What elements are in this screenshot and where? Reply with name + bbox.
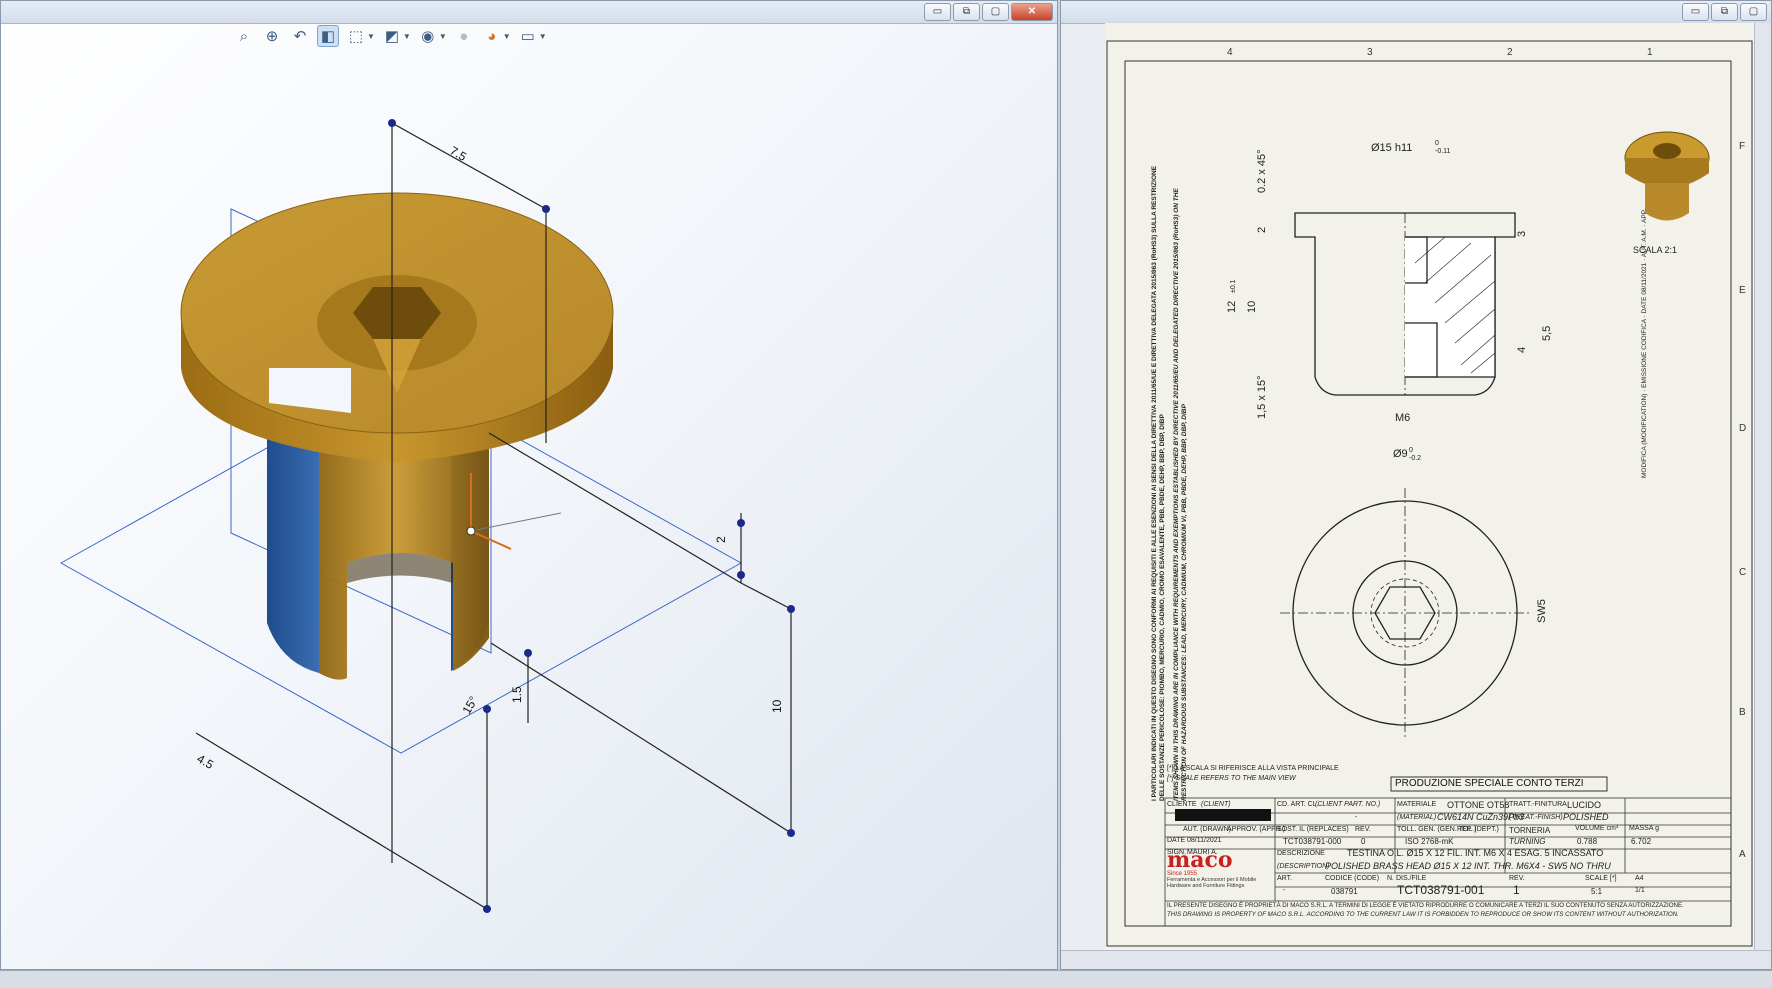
drawing-restore-button[interactable]: ⧉ bbox=[1711, 3, 1738, 21]
drawing-sheet[interactable]: 4 3 2 1 F E D C B A Ø15 h11 0 -0.11 0.2 … bbox=[1105, 23, 1754, 953]
svg-text:3: 3 bbox=[1367, 47, 1373, 58]
svg-text:4: 4 bbox=[1227, 47, 1233, 58]
section-dimension-labels: Ø15 h11 0 -0.11 0.2 x 45° 2 3 12 ±0.1 10… bbox=[1226, 140, 1553, 462]
svg-text:2: 2 bbox=[1507, 47, 1513, 58]
svg-text:D: D bbox=[1739, 423, 1746, 434]
section-view bbox=[1294, 212, 1516, 396]
compliance-note-en: ITEMS SHOWN IN THIS DRAWING ARE IN COMPL… bbox=[1173, 188, 1188, 801]
compliance-note-it: I PARTICOLARI INDICATI IN QUESTO DISEGNO… bbox=[1151, 165, 1166, 801]
svg-text:±0.1: ±0.1 bbox=[1230, 279, 1237, 293]
svg-text:0: 0 bbox=[1435, 140, 1439, 147]
revision-block: MODIFICA (MODIFICATION) · EMISSIONE CODI… bbox=[1641, 208, 1648, 478]
svg-text:B: B bbox=[1739, 707, 1746, 718]
dim-1-5: 1.5 bbox=[510, 686, 524, 703]
svg-text:0.2 x 45°: 0.2 x 45° bbox=[1256, 149, 1268, 193]
svg-text:10: 10 bbox=[1246, 301, 1258, 313]
maximize-button[interactable]: ▢ bbox=[982, 3, 1009, 21]
head-flange bbox=[180, 192, 614, 463]
svg-text:Ø15 h11: Ø15 h11 bbox=[1371, 142, 1412, 154]
dim-2: 2 bbox=[714, 536, 728, 543]
svg-text:F: F bbox=[1739, 141, 1745, 152]
status-bar bbox=[0, 970, 1772, 988]
svg-text:3: 3 bbox=[1516, 231, 1528, 237]
svg-text:M6: M6 bbox=[1395, 412, 1410, 424]
sw5-label: SW5 bbox=[1536, 599, 1548, 623]
model-graphics-area[interactable]: 7.5 2 10 1.5 4.5 15° bbox=[1, 23, 1057, 969]
dim-angle: 15° bbox=[459, 694, 480, 717]
dim-10: 10 bbox=[770, 699, 784, 713]
svg-text:E: E bbox=[1739, 285, 1746, 296]
svg-text:0: 0 bbox=[1409, 447, 1413, 454]
drawing-minimize-button[interactable]: ▭ bbox=[1682, 3, 1709, 21]
svg-text:-0.2: -0.2 bbox=[1409, 455, 1421, 462]
vertical-scrollbar[interactable] bbox=[1754, 23, 1771, 953]
horizontal-scrollbar[interactable] bbox=[1061, 950, 1771, 969]
special-production-note: PRODUZIONE SPECIALE CONTO TERZI bbox=[1395, 778, 1584, 789]
dim-7-5: 7.5 bbox=[448, 143, 470, 164]
minimize-button[interactable]: ▭ bbox=[924, 3, 951, 21]
model-view-titlebar[interactable]: ▭ ⧉ ▢ ✕ bbox=[1, 1, 1057, 24]
restore-button[interactable]: ⧉ bbox=[953, 3, 980, 21]
iso-scale-label: SCALA 2:1 bbox=[1633, 245, 1677, 255]
svg-text:A: A bbox=[1739, 849, 1746, 860]
top-view bbox=[1280, 488, 1530, 738]
dim-4-5: 4.5 bbox=[195, 751, 217, 772]
svg-text:Ø9: Ø9 bbox=[1393, 448, 1408, 460]
close-button[interactable]: ✕ bbox=[1011, 3, 1053, 21]
svg-text:C: C bbox=[1739, 567, 1746, 578]
svg-text:1: 1 bbox=[1647, 47, 1653, 58]
maco-logo: maco Since 1955 Ferramenta e Accessori p… bbox=[1167, 847, 1257, 889]
model-view-window[interactable]: ▭ ⧉ ▢ ✕ ⌕ ⊕ ↶ ◧ ⬚ ▼ ◩ ▼ ◉ ▼ ● ◕ ▼ ▭ ▼ 7.… bbox=[0, 0, 1058, 970]
svg-text:5,5: 5,5 bbox=[1541, 326, 1553, 341]
svg-text:12: 12 bbox=[1226, 301, 1238, 313]
svg-text:4: 4 bbox=[1516, 347, 1528, 353]
drawing-maximize-button[interactable]: ▢ bbox=[1740, 3, 1767, 21]
scale-note-it: [*] LA SCALA SI RIFERISCE ALLA VISTA PRI… bbox=[1167, 765, 1339, 772]
svg-text:-0.11: -0.11 bbox=[1435, 148, 1451, 155]
drawing-titlebar[interactable]: ▭ ⧉ ▢ bbox=[1061, 1, 1771, 24]
svg-text:1,5 x 15°: 1,5 x 15° bbox=[1256, 375, 1268, 419]
svg-text:2: 2 bbox=[1256, 227, 1268, 233]
drawing-window[interactable]: ▭ ⧉ ▢ 4 3 2 1 F E D C B A Ø15 h11 0 -0.1… bbox=[1060, 0, 1772, 970]
iso-preview bbox=[1624, 131, 1710, 221]
scale-note-en: [*] SCALE REFERS TO THE MAIN VIEW bbox=[1167, 775, 1296, 782]
